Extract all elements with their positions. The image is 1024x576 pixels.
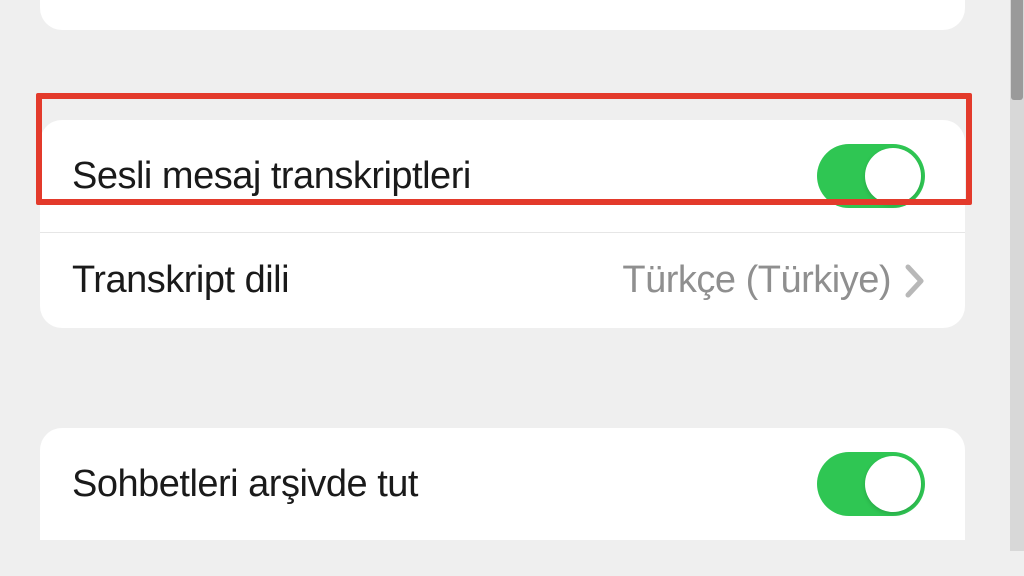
settings-group-top	[40, 0, 965, 30]
row-keep-archived[interactable]: Sohbetleri arşivde tut	[40, 428, 965, 540]
transcript-language-value: Türkçe (Türkiye)	[622, 259, 891, 302]
voice-transcripts-label: Sesli mesaj transkriptleri	[72, 155, 471, 198]
keep-archived-label: Sohbetleri arşivde tut	[72, 463, 418, 506]
keep-archived-toggle[interactable]	[817, 452, 925, 516]
settings-group-archive: Sohbetleri arşivde tut	[40, 428, 965, 540]
scrollbar-thumb[interactable]	[1011, 0, 1023, 100]
row-right: Türkçe (Türkiye)	[622, 259, 925, 302]
scrollbar-track[interactable]	[1010, 0, 1024, 551]
row-voice-transcripts[interactable]: Sesli mesaj transkriptleri	[40, 120, 965, 232]
settings-group-transcript: Sesli mesaj transkriptleri Transkript di…	[40, 120, 965, 328]
toggle-knob	[865, 456, 921, 512]
settings-pane: Sesli mesaj transkriptleri Transkript di…	[0, 0, 1005, 540]
voice-transcripts-toggle[interactable]	[817, 144, 925, 208]
toggle-knob	[865, 148, 921, 204]
transcript-language-label: Transkript dili	[72, 259, 289, 302]
chevron-right-icon	[905, 264, 925, 298]
row-transcript-language[interactable]: Transkript dili Türkçe (Türkiye)	[40, 232, 965, 328]
